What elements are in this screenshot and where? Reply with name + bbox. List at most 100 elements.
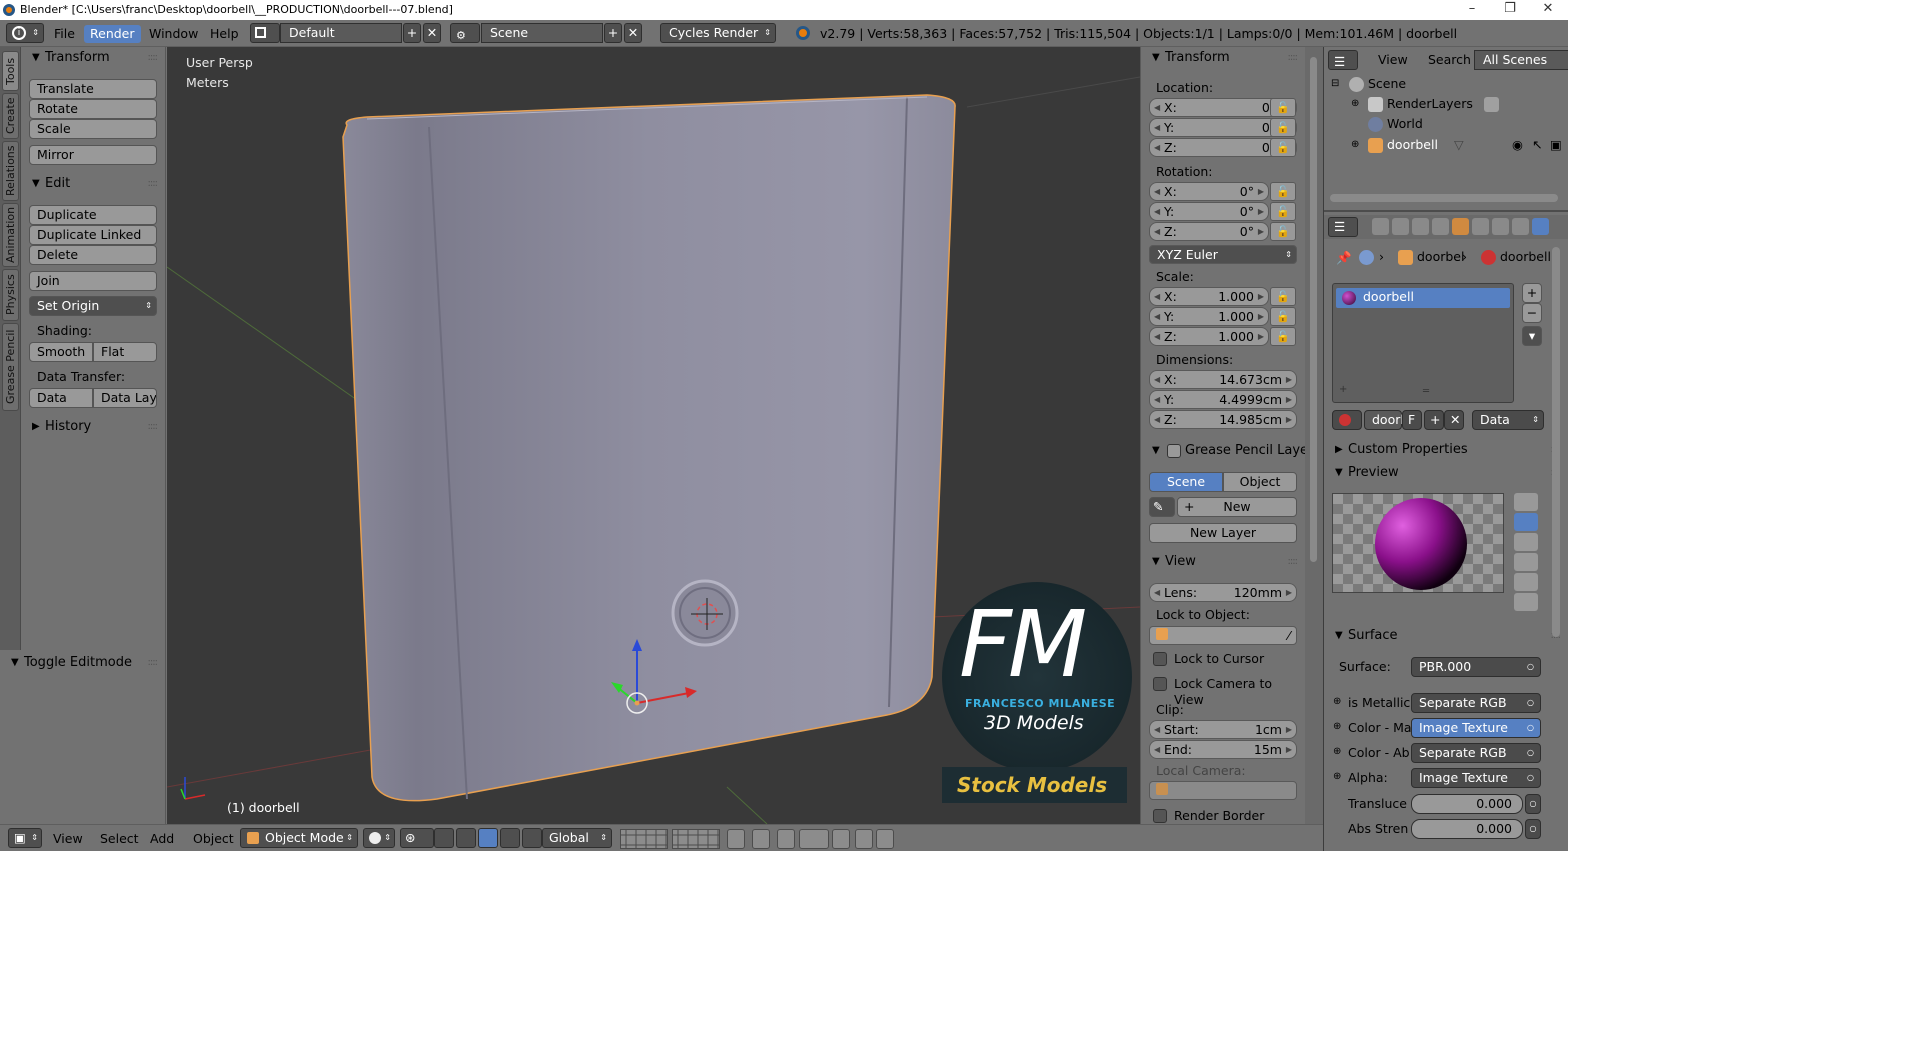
expand-icon[interactable]: ⊕ — [1351, 95, 1359, 113]
lock-icon[interactable]: 🔓 — [1270, 327, 1296, 346]
menu-view[interactable]: View — [53, 829, 83, 849]
translucence-slider[interactable]: 0.000 — [1411, 794, 1523, 814]
material-name-field[interactable]: doorb — [1364, 410, 1408, 430]
socket-icon[interactable]: ○ — [1525, 794, 1541, 814]
scale-y-field[interactable]: ◀ Y: 1.000 ▶ — [1149, 307, 1269, 326]
rotate-button[interactable]: Rotate — [29, 99, 157, 119]
input-field-color-ab[interactable]: Separate RGB ○ — [1411, 743, 1541, 763]
preview-cube-icon[interactable] — [1514, 533, 1538, 551]
drag-grip-icon[interactable]: :::: — [148, 417, 159, 437]
preview-plane-icon[interactable] — [1514, 493, 1538, 511]
gp-object-tab[interactable]: Object — [1223, 472, 1297, 492]
tab-grease-pencil[interactable]: Grease Pencil — [2, 323, 19, 411]
doorbell-mesh[interactable] — [342, 94, 956, 802]
menu-window[interactable]: Window — [143, 25, 204, 43]
breadcrumb-material[interactable]: doorbell — [1500, 248, 1551, 266]
add-screen-icon[interactable]: + — [403, 23, 421, 43]
pivot-dropdown[interactable]: ⊛ — [400, 828, 434, 848]
render-engine-dropdown[interactable]: Cycles Render ⇕ — [660, 23, 776, 43]
modifiers-tab-icon[interactable] — [1492, 218, 1509, 235]
dimension-x-field[interactable]: ◀ X: 14.673cm ▶ — [1149, 370, 1297, 389]
data-tab-icon[interactable] — [1512, 218, 1529, 235]
dimension-z-field[interactable]: ◀ Z: 14.985cm ▶ — [1149, 410, 1297, 429]
outliner-item-renderlayers[interactable]: RenderLayers — [1387, 95, 1473, 113]
add-scene-icon[interactable]: + — [604, 23, 622, 43]
delete-scene-icon[interactable]: ✕ — [624, 23, 642, 43]
lock-object-field[interactable]: ⁄ — [1149, 626, 1297, 645]
tab-create[interactable]: Create — [2, 93, 19, 139]
add-slot-button[interactable]: + — [1522, 283, 1542, 303]
minimize-button[interactable]: – — [1456, 0, 1488, 20]
scroll-thumb[interactable] — [1310, 57, 1317, 562]
render-preview-icon[interactable] — [832, 829, 850, 849]
scale-z-field[interactable]: ◀ Z: 1.000 ▶ — [1149, 327, 1269, 346]
rotation-x-field[interactable]: ◀ X: 0° ▶ — [1149, 182, 1269, 201]
breadcrumb-object[interactable]: doorbel — [1417, 248, 1464, 266]
surface-panel-header[interactable]: ▼ Surface :::: — [1324, 626, 1568, 646]
material-slot-row[interactable]: doorbell — [1336, 288, 1510, 308]
duplicate-linked-button[interactable]: Duplicate Linked — [29, 225, 157, 245]
npanel-scrollbar[interactable] — [1305, 47, 1323, 824]
set-origin-dropdown[interactable]: Set Origin ⇕ — [29, 296, 157, 316]
manipulator-toggle-icon[interactable] — [434, 828, 454, 848]
menu-file[interactable]: File — [48, 25, 81, 43]
scale-manipulator-icon[interactable] — [500, 828, 520, 848]
data-layout-button[interactable]: Data Layo — [93, 388, 157, 408]
layers-grid-a[interactable] — [620, 829, 668, 849]
edit-panel-header[interactable]: ▼ Edit :::: — [21, 174, 165, 194]
expand-socket-icon[interactable]: ⊕ — [1333, 718, 1341, 736]
scale-button[interactable]: Scale — [29, 119, 157, 139]
rotate-manipulator-icon[interactable] — [478, 828, 498, 848]
lock-icon[interactable]: 🔓 — [1270, 138, 1296, 157]
menu-add[interactable]: Add — [150, 829, 174, 849]
preview-panel-header[interactable]: ▼ Preview :::: — [1324, 463, 1568, 483]
flat-button[interactable]: Flat — [93, 342, 157, 362]
shading-dropdown[interactable]: ⇕ — [363, 828, 395, 848]
lock-icon[interactable]: 🔓 — [1270, 202, 1296, 221]
outliner-view-menu[interactable]: View — [1378, 51, 1408, 69]
layer-lock-icon[interactable] — [727, 829, 745, 849]
drag-grip-icon[interactable]: :::: — [1288, 48, 1299, 68]
screen-layout-icon[interactable] — [250, 23, 280, 43]
fake-user-button[interactable]: F — [1402, 410, 1422, 430]
lock-to-cursor-checkbox[interactable] — [1153, 652, 1167, 666]
duplicate-button[interactable]: Duplicate — [29, 205, 157, 225]
smooth-button[interactable]: Smooth — [29, 342, 93, 362]
preview-sphere-icon[interactable] — [1514, 513, 1538, 531]
preview-monkey-icon[interactable] — [1514, 553, 1538, 571]
menu-select[interactable]: Select — [100, 829, 139, 849]
outliner-scrollbar[interactable] — [1330, 194, 1558, 202]
layers-grid-b[interactable] — [672, 829, 720, 849]
unlink-material-button[interactable]: ✕ — [1444, 410, 1464, 430]
outliner-item-scene[interactable]: Scene — [1368, 75, 1406, 93]
delete-button[interactable]: Delete — [29, 245, 157, 265]
outliner-filter-dropdown[interactable]: All Scenes — [1474, 50, 1568, 70]
lock-icon[interactable]: 🔓 — [1270, 222, 1296, 241]
scale-x-field[interactable]: ◀ X: 1.000 ▶ — [1149, 287, 1269, 306]
render-border-checkbox[interactable] — [1153, 809, 1167, 823]
gp-new-layer-button[interactable]: New Layer — [1149, 523, 1297, 543]
material-tab-icon[interactable] — [1532, 218, 1549, 235]
translate-button[interactable]: Translate — [29, 79, 157, 99]
input-field-alpha[interactable]: Image Texture ○ — [1411, 768, 1541, 788]
orientation-dropdown[interactable]: Global ⇕ — [542, 828, 612, 848]
pin-icon[interactable]: 📌 — [1336, 249, 1352, 267]
collapse-icon[interactable]: ⊟ — [1331, 75, 1339, 93]
remove-slot-button[interactable]: − — [1522, 303, 1542, 323]
properties-editor-icon[interactable]: ☰ — [1328, 217, 1358, 237]
preview-sky-icon[interactable] — [1514, 593, 1538, 611]
render-tab-icon[interactable] — [1372, 218, 1389, 235]
clip-end-field[interactable]: ◀ End: 15m ▶ — [1149, 740, 1297, 759]
tab-physics[interactable]: Physics — [2, 269, 19, 321]
menu-object[interactable]: Object — [193, 829, 234, 849]
drag-grip-icon[interactable]: :::: — [148, 653, 159, 673]
input-field-metallic[interactable]: Separate RGB ○ — [1411, 693, 1541, 713]
surface-shader-field[interactable]: PBR.000 ○ — [1411, 657, 1541, 677]
combo-manipulator-icon[interactable] — [522, 828, 542, 848]
mirror-button[interactable]: Mirror — [29, 145, 157, 165]
view-panel-header[interactable]: ▼ View :::: — [1141, 552, 1305, 572]
cursor-icon[interactable]: ↖ — [1532, 136, 1542, 154]
local-camera-field[interactable] — [1149, 781, 1297, 800]
new-material-button[interactable]: + — [1424, 410, 1444, 430]
delete-screen-icon[interactable]: ✕ — [423, 23, 441, 43]
